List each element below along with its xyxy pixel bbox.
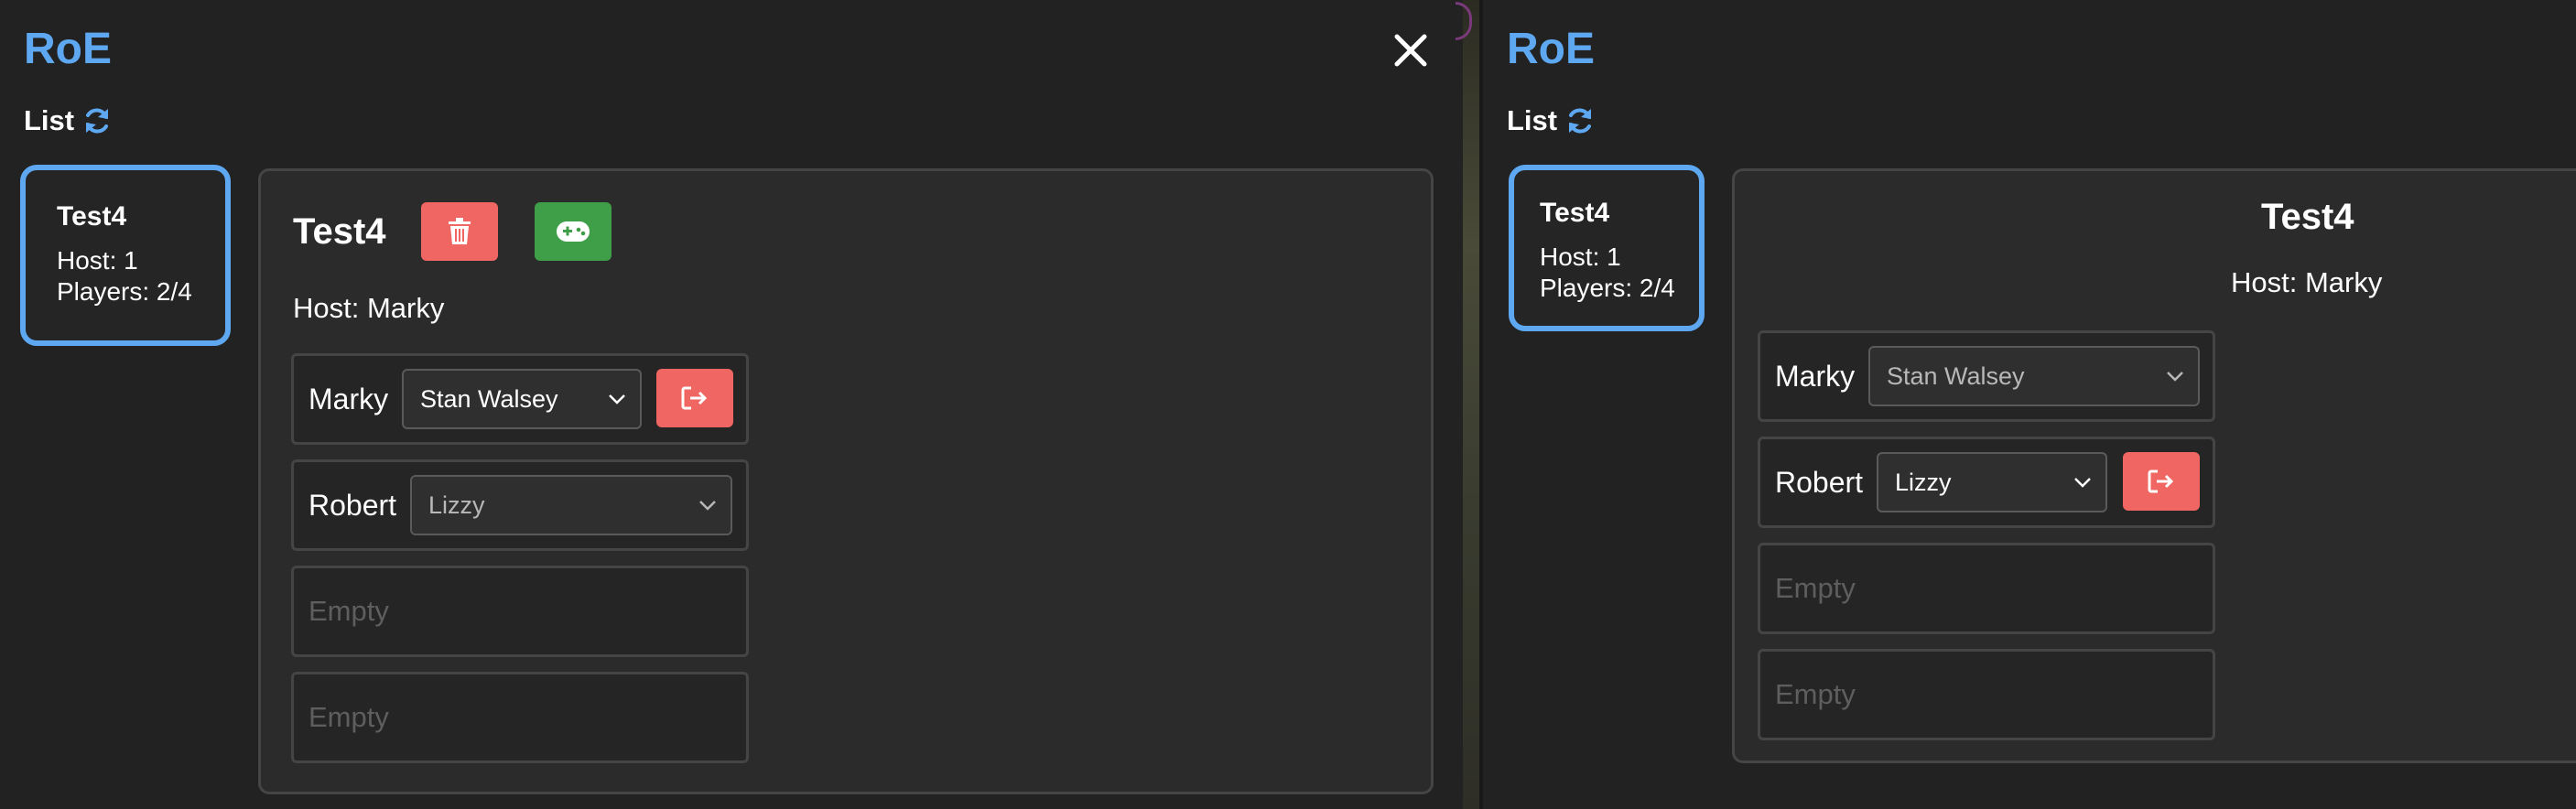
empty-slot: Empty bbox=[1758, 649, 2215, 740]
game-detail-title: Test4 bbox=[293, 211, 386, 252]
empty-slot: Empty bbox=[291, 672, 749, 763]
refresh-icon[interactable] bbox=[1564, 105, 1596, 136]
game-detail-title: Test4 bbox=[2261, 197, 2354, 237]
chevron-down-icon bbox=[2074, 478, 2091, 488]
character-select[interactable]: Lizzy bbox=[410, 475, 732, 535]
game-card-name: Test4 bbox=[57, 201, 127, 232]
game-card-name: Test4 bbox=[1540, 198, 1610, 228]
window-divider bbox=[1456, 0, 1483, 809]
list-label: List bbox=[24, 104, 75, 136]
empty-slot: Empty bbox=[1758, 543, 2215, 634]
chevron-down-icon bbox=[2167, 372, 2183, 382]
player-name: Marky bbox=[308, 383, 389, 415]
character-select-value: Lizzy bbox=[1895, 469, 1952, 496]
game-detail-panel: Test4 Host: Marky Marky Stan Walsey Robe… bbox=[1732, 168, 2576, 763]
kick-player-button[interactable] bbox=[656, 369, 733, 427]
character-select[interactable]: Stan Walsey bbox=[402, 369, 642, 429]
game-card[interactable]: Test4 Host: 1 Players: 2/4 bbox=[20, 165, 231, 346]
sign-out-icon bbox=[681, 386, 708, 410]
player-name: Marky bbox=[1775, 360, 1856, 393]
app-title: RoE bbox=[1507, 25, 1595, 73]
game-card[interactable]: Test4 Host: 1 Players: 2/4 bbox=[1509, 165, 1705, 331]
game-card-players: Players: 2/4 bbox=[1540, 274, 1675, 302]
gamepad-icon bbox=[557, 221, 590, 242]
player-name: Robert bbox=[308, 489, 397, 522]
empty-slot-label: Empty bbox=[1775, 572, 1856, 604]
refresh-icon[interactable] bbox=[81, 105, 113, 136]
list-header: List bbox=[1507, 104, 1596, 137]
divider-handle bbox=[1456, 2, 1472, 40]
list-label: List bbox=[1507, 104, 1558, 136]
game-card-host: Host: 1 bbox=[1540, 243, 1621, 271]
game-card-players: Players: 2/4 bbox=[57, 277, 192, 306]
trash-icon bbox=[449, 218, 471, 244]
character-select[interactable]: Lizzy bbox=[1877, 452, 2107, 512]
character-select-value: Stan Walsey bbox=[420, 385, 558, 413]
game-detail-host: Host: Marky bbox=[2231, 266, 2383, 298]
player-slot: Robert Lizzy bbox=[291, 459, 749, 551]
kick-player-button[interactable] bbox=[2123, 452, 2200, 511]
player-slot: Robert Lizzy bbox=[1758, 437, 2215, 528]
right-panel: RoE List Test4 Host: 1 Players: 2/4 Test… bbox=[1483, 0, 2576, 809]
chevron-down-icon bbox=[699, 501, 716, 511]
close-icon[interactable] bbox=[1391, 31, 1430, 70]
empty-slot: Empty bbox=[291, 566, 749, 657]
character-select-value: Stan Walsey bbox=[1887, 362, 2025, 390]
left-panel: RoE List Test4 Host: 1 Players: 2/4 Test… bbox=[0, 0, 1463, 809]
sign-out-icon bbox=[2148, 469, 2174, 493]
empty-slot-label: Empty bbox=[308, 595, 389, 627]
app-title: RoE bbox=[24, 25, 112, 73]
game-detail-host: Host: Marky bbox=[293, 292, 445, 324]
list-header: List bbox=[24, 104, 113, 137]
character-select-value: Lizzy bbox=[428, 491, 485, 519]
empty-slot-label: Empty bbox=[1775, 678, 1856, 710]
start-game-button[interactable] bbox=[535, 202, 612, 261]
empty-slot-label: Empty bbox=[308, 701, 389, 733]
player-name: Robert bbox=[1775, 466, 1864, 499]
game-detail-panel: Test4 Host: Marky Marky Stan Walsey Robe… bbox=[258, 168, 1434, 794]
player-slot: Marky Stan Walsey bbox=[291, 353, 749, 445]
character-select[interactable]: Stan Walsey bbox=[1868, 346, 2200, 406]
player-slot: Marky Stan Walsey bbox=[1758, 330, 2215, 422]
delete-game-button[interactable] bbox=[421, 202, 498, 261]
chevron-down-icon bbox=[609, 394, 625, 404]
game-card-host: Host: 1 bbox=[57, 246, 138, 275]
